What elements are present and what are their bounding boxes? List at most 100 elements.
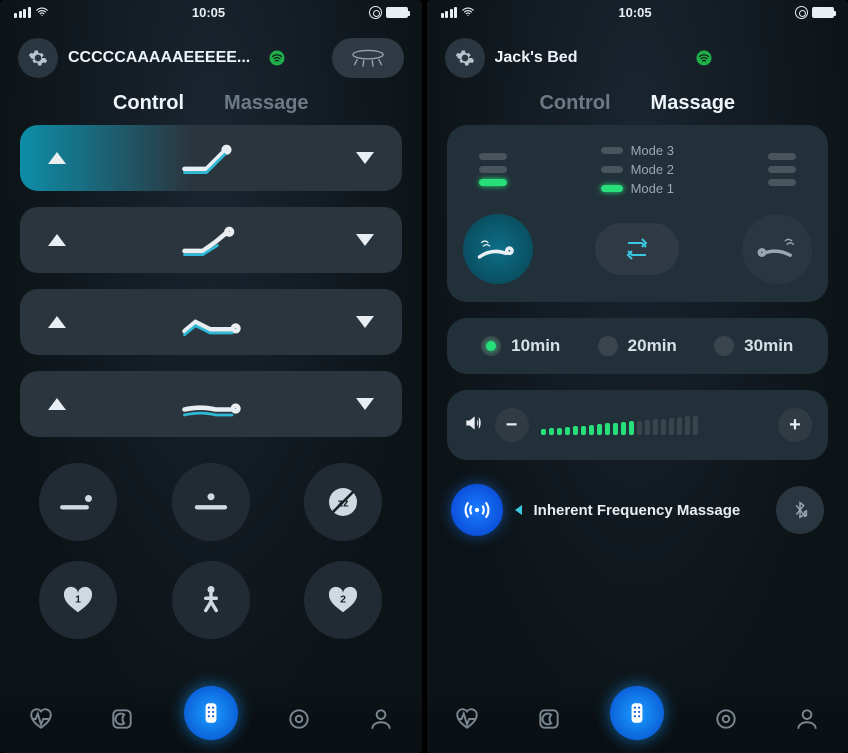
head-massage-button[interactable] <box>463 214 533 284</box>
mode-indicators: Mode 3 Mode 2 Mode 1 <box>463 143 813 196</box>
mode-panel: Mode 3 Mode 2 Mode 1 <box>447 125 829 302</box>
speaker-icon <box>463 413 483 438</box>
timer-20-option[interactable]: 20min <box>598 336 677 356</box>
mode-1-label: Mode 1 <box>631 181 674 196</box>
leg-up-button[interactable] <box>48 316 66 328</box>
mode-pill <box>601 166 623 173</box>
head-down-button[interactable] <box>356 152 374 164</box>
head-up-button[interactable] <box>48 152 66 164</box>
status-bar: 10:05 <box>0 0 422 24</box>
broadcast-icon <box>464 497 490 523</box>
nav-location[interactable] <box>706 699 746 739</box>
nav-remote[interactable] <box>184 686 238 740</box>
foot-up-button[interactable] <box>48 398 66 410</box>
under-bed-light-button[interactable] <box>332 38 404 78</box>
foot-massage-icon <box>755 234 799 264</box>
timer-30-option[interactable]: 30min <box>714 336 793 356</box>
tab-control[interactable]: Control <box>113 92 184 115</box>
preset-flat-mid[interactable] <box>172 463 250 541</box>
settings-button[interactable] <box>18 38 58 78</box>
frequency-play-button[interactable] <box>451 484 503 536</box>
tab-massage[interactable]: Massage <box>651 92 736 115</box>
preset-flat-head[interactable] <box>39 463 117 541</box>
foot-down-button[interactable] <box>356 398 374 410</box>
status-time: 10:05 <box>192 5 225 20</box>
tab-control[interactable]: Control <box>539 92 610 115</box>
heartbeat-icon <box>28 706 54 732</box>
preset-grid: zz 1 2 <box>20 453 402 639</box>
light-icon <box>347 47 389 69</box>
foot-section-card <box>20 371 402 437</box>
back-down-button[interactable] <box>356 234 374 246</box>
status-time: 10:05 <box>618 5 651 20</box>
tabs: Control Massage <box>427 86 848 125</box>
mode-pill <box>768 153 796 160</box>
mode-pill <box>768 166 796 173</box>
device-name[interactable]: CCCCCAAAAAEEEEE... <box>68 49 258 67</box>
svg-text:2: 2 <box>340 594 346 606</box>
nav-profile[interactable] <box>361 699 401 739</box>
wifi-icon <box>461 5 475 19</box>
preset-favorite-2[interactable]: 2 <box>304 561 382 639</box>
head-massage-icon <box>476 234 520 264</box>
bottom-nav <box>0 689 422 753</box>
svg-text:1: 1 <box>75 594 81 606</box>
device-name[interactable]: Jack's Bed <box>495 49 685 67</box>
volume-up-button[interactable]: + <box>778 408 812 442</box>
frequency-row: Inherent Frequency Massage <box>447 476 829 544</box>
preset-favorite-1[interactable]: 1 <box>39 561 117 639</box>
mode-pill <box>601 147 623 154</box>
nav-location[interactable] <box>279 699 319 739</box>
settings-button[interactable] <box>445 38 485 78</box>
remote-icon <box>624 700 650 726</box>
gear-icon <box>28 48 48 68</box>
connection-icon <box>268 49 286 67</box>
radio-icon <box>714 336 734 356</box>
battery-icon <box>812 7 834 18</box>
volume-down-button[interactable]: − <box>495 408 529 442</box>
bluetooth-music-button[interactable] <box>776 486 824 534</box>
nav-sleep[interactable] <box>529 699 569 739</box>
status-bar: 10:05 <box>427 0 848 24</box>
signal-icon <box>441 7 458 18</box>
volume-level-bars[interactable] <box>541 415 767 435</box>
heartbeat-icon <box>454 706 480 732</box>
preset-anti-snore[interactable]: zz <box>304 463 382 541</box>
nav-sleep[interactable] <box>102 699 142 739</box>
preset-zero-g[interactable] <box>172 561 250 639</box>
gear-icon <box>455 48 475 68</box>
back-pose-icon <box>175 220 247 260</box>
nav-health[interactable] <box>21 699 61 739</box>
remote-icon <box>198 700 224 726</box>
header: Jack's Bed <box>427 24 848 86</box>
rotation-lock-icon <box>795 6 808 19</box>
mode-button-row <box>463 214 813 284</box>
cycle-mode-button[interactable] <box>595 223 679 275</box>
volume-row: − + <box>463 408 813 442</box>
mode-pill <box>479 166 507 173</box>
mode-labels: Mode 3 Mode 2 Mode 1 <box>601 143 674 196</box>
status-right <box>795 6 834 19</box>
radio-on-icon <box>481 336 501 356</box>
status-left <box>441 5 476 19</box>
volume-panel: − + <box>447 390 829 460</box>
sleep-icon <box>536 706 562 732</box>
head-section-card <box>20 125 402 191</box>
target-icon <box>713 706 739 732</box>
person-icon <box>794 706 820 732</box>
mode-pill-on <box>601 185 623 192</box>
nav-health[interactable] <box>447 699 487 739</box>
tab-massage[interactable]: Massage <box>224 92 309 115</box>
leg-down-button[interactable] <box>356 316 374 328</box>
frequency-label[interactable]: Inherent Frequency Massage <box>534 502 765 519</box>
status-right <box>369 6 408 19</box>
person-icon <box>368 706 394 732</box>
timer-panel: 10min 20min 30min <box>447 318 829 374</box>
nav-profile[interactable] <box>787 699 827 739</box>
status-left <box>14 5 49 19</box>
nav-remote[interactable] <box>610 686 664 740</box>
back-up-button[interactable] <box>48 234 66 246</box>
wifi-icon <box>35 5 49 19</box>
timer-10-option[interactable]: 10min <box>481 336 560 356</box>
foot-massage-button[interactable] <box>742 214 812 284</box>
